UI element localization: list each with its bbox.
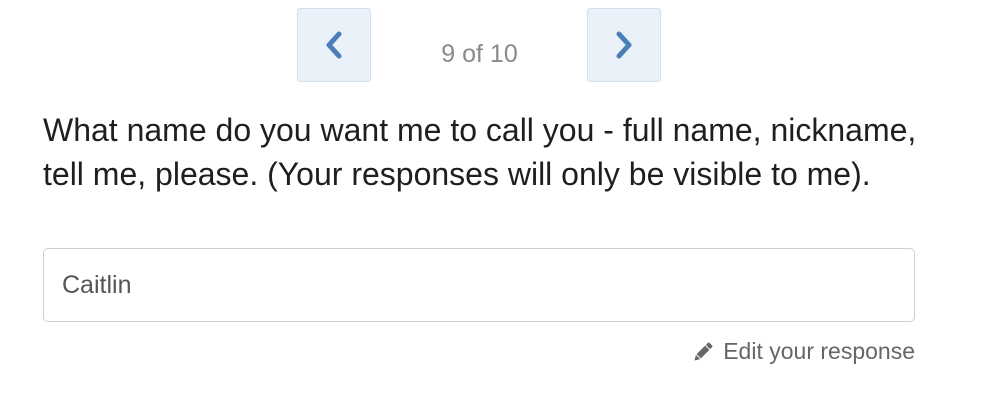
edit-response-link[interactable]: Edit your response xyxy=(691,338,915,365)
previous-question-button[interactable] xyxy=(297,8,371,82)
chevron-right-icon xyxy=(613,30,635,60)
response-field[interactable]: Caitlin xyxy=(43,248,915,322)
response-value: Caitlin xyxy=(62,270,132,299)
next-question-button[interactable] xyxy=(587,8,661,82)
question-counter: 9 of 10 xyxy=(441,40,518,68)
question-pager: 9 of 10 xyxy=(0,0,986,82)
question-text: What name do you want me to call you - f… xyxy=(43,112,917,192)
pencil-icon xyxy=(691,340,715,364)
edit-response-label: Edit your response xyxy=(723,338,915,364)
chevron-left-icon xyxy=(323,30,345,60)
